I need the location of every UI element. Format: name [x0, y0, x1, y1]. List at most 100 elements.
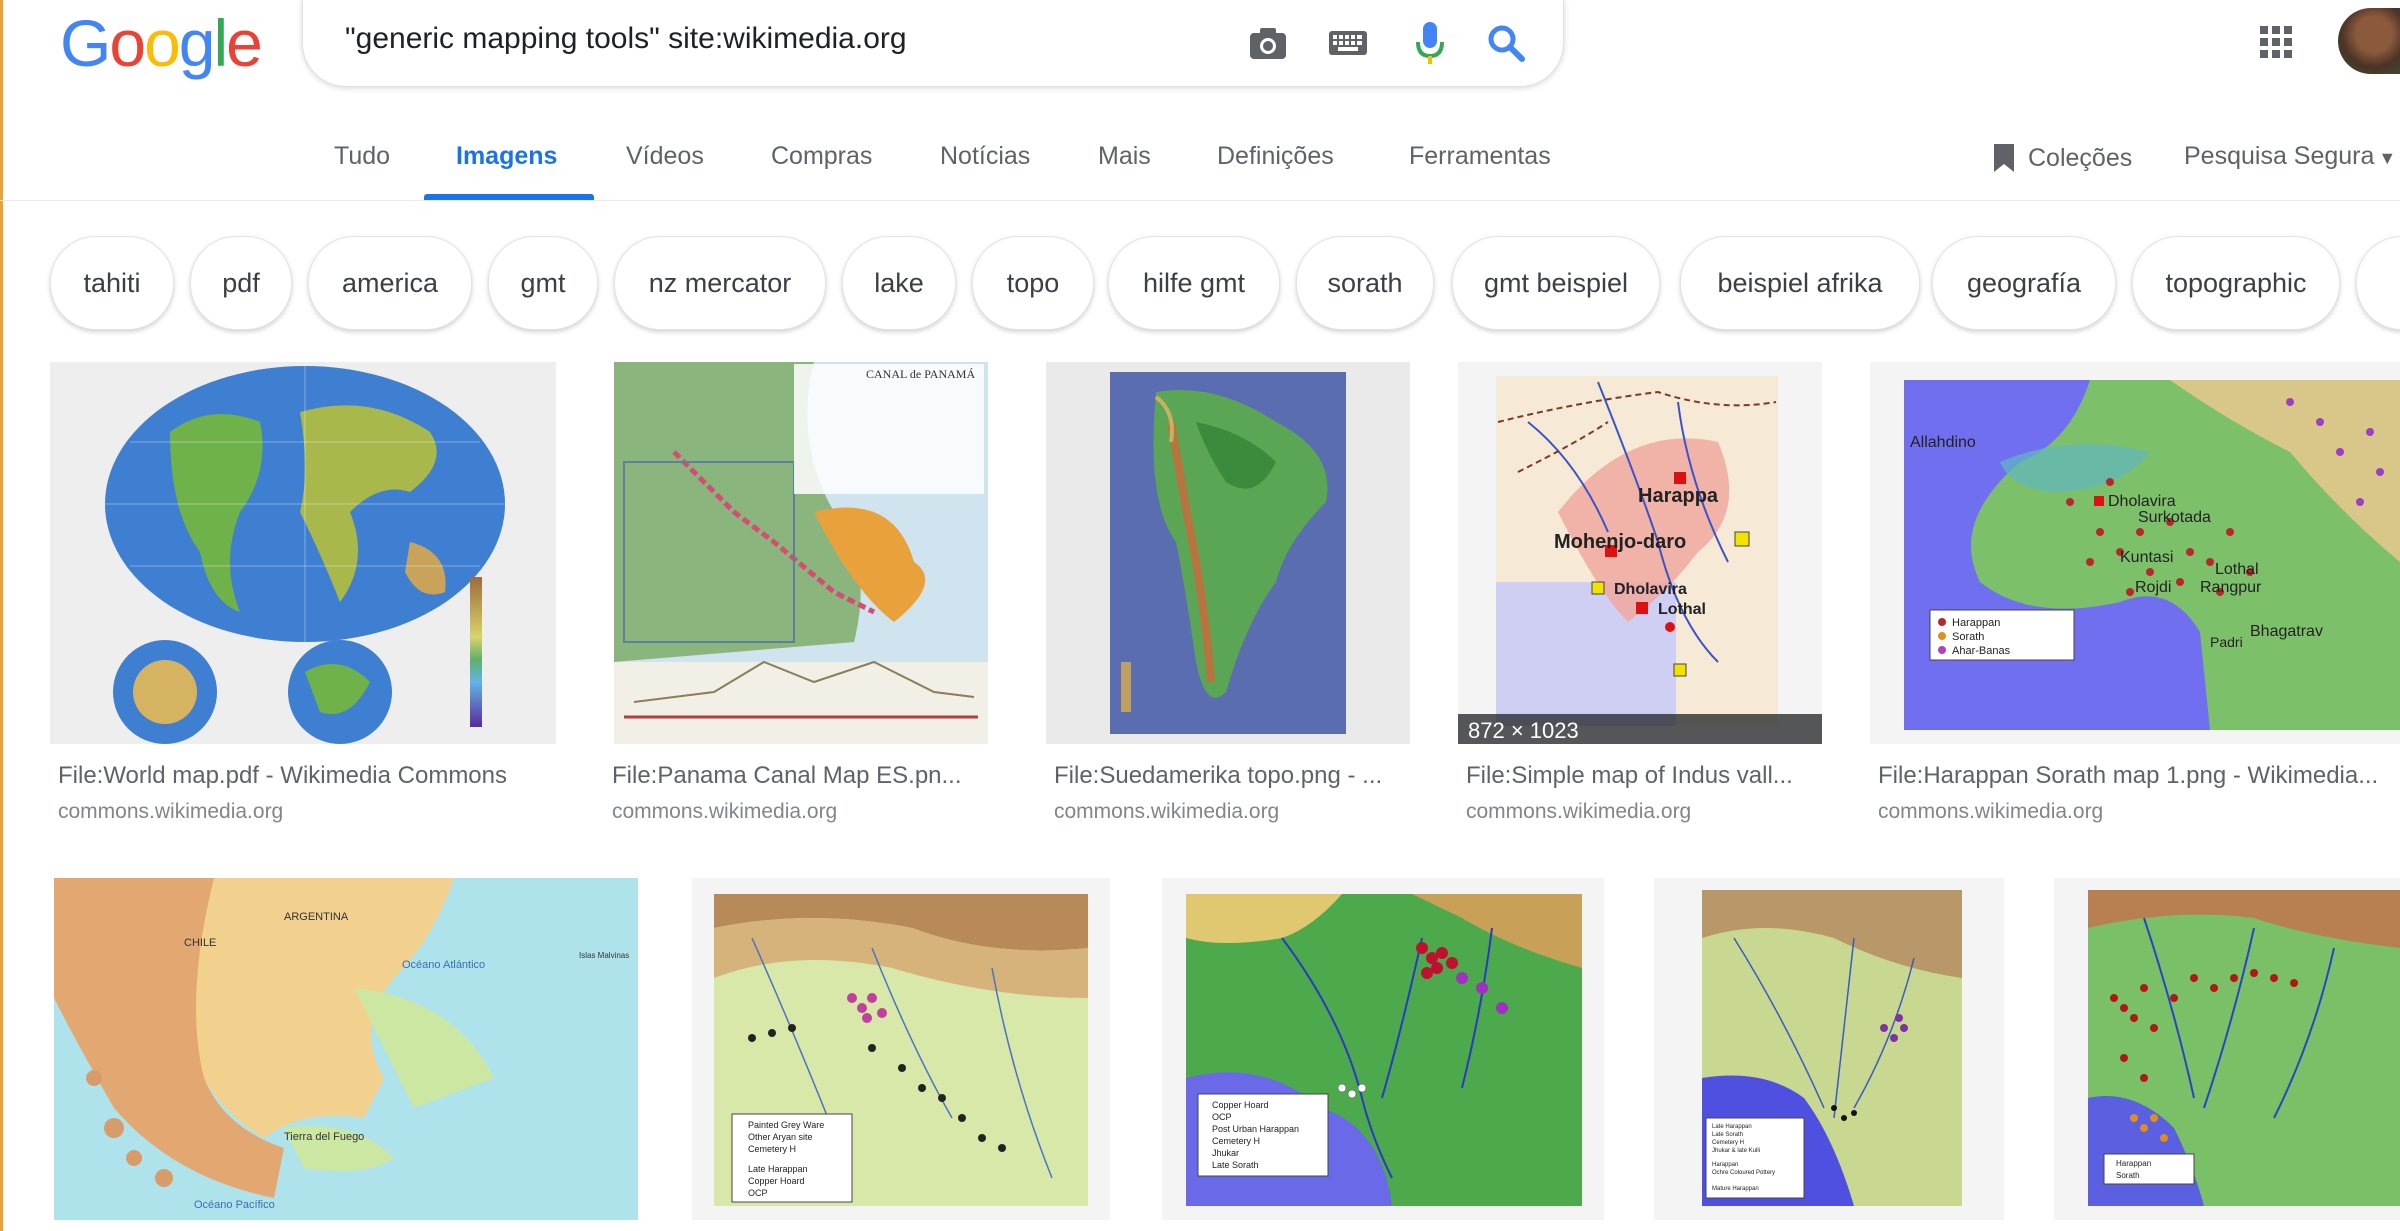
result-site[interactable]: commons.wikimedia.org: [1466, 800, 1691, 824]
map-label: Tierra del Fuego: [284, 1131, 364, 1143]
map-label: Bhagatrav: [2250, 623, 2323, 640]
legend-item: Sorath: [2116, 1171, 2140, 1180]
search-box[interactable]: "generic mapping tools" site:wikimedia.o…: [302, 0, 1564, 87]
map-label: Rojdi: [2135, 579, 2171, 596]
chip-gmt-beispiel[interactable]: gmt beispiel: [1452, 236, 1660, 330]
tab-videos[interactable]: Vídeos: [626, 142, 704, 171]
map-label: Océano Atlántico: [402, 959, 485, 971]
result-site[interactable]: commons.wikimedia.org: [58, 800, 283, 824]
chip-more[interactable]: [2356, 236, 2400, 330]
result-site[interactable]: commons.wikimedia.org: [1878, 800, 2103, 824]
chip-lake[interactable]: lake: [842, 236, 956, 330]
chip-america[interactable]: america: [308, 236, 472, 330]
legend-item: Copper Hoard: [748, 1176, 805, 1186]
map-label: Islas Malvinas: [579, 951, 629, 960]
map-label: Lothal: [1658, 601, 1706, 618]
legend-item: Cemetery H: [1712, 1140, 1744, 1146]
keyboard-icon[interactable]: [1323, 18, 1373, 68]
map-label: Harappa: [1638, 485, 1719, 507]
bookmark-icon: [1992, 142, 2016, 174]
tab-imagens[interactable]: Imagens: [456, 142, 557, 171]
map-label: Océano Pacífico: [194, 1199, 275, 1211]
result-title[interactable]: File:Simple map of Indus vall...: [1466, 762, 1793, 790]
result-thumbnail[interactable]: [50, 362, 556, 744]
map-label: Allahdino: [1910, 434, 1976, 451]
tab-noticias[interactable]: Notícias: [940, 142, 1030, 171]
legend-item: Harappan: [2116, 1159, 2151, 1168]
result-thumbnail[interactable]: Harappa Mohenjo-daro Dholavira Lothal 87…: [1458, 362, 1822, 744]
chip-pdf[interactable]: pdf: [190, 236, 292, 330]
legend-item: Harappan: [1952, 617, 2000, 629]
tab-tudo[interactable]: Tudo: [334, 142, 390, 171]
map-label: CHILE: [184, 937, 216, 949]
header-divider: [0, 200, 2400, 201]
chip-tahiti[interactable]: tahiti: [50, 236, 174, 330]
result-thumbnail[interactable]: CANAL de PANAMÁ: [614, 362, 988, 744]
chip-sorath[interactable]: sorath: [1296, 236, 1434, 330]
chip-topographic[interactable]: topographic: [2132, 236, 2340, 330]
result-site[interactable]: commons.wikimedia.org: [612, 800, 837, 824]
safesearch-dropdown[interactable]: Pesquisa Segura ▼: [2184, 142, 2396, 171]
result-thumbnail[interactable]: ARGENTINA CHILE Océano Atlántico Islas M…: [54, 878, 638, 1220]
chip-hilfe-gmt[interactable]: hilfe gmt: [1108, 236, 1280, 330]
result-thumbnail[interactable]: Allahdino Dholavira Surkotada Kuntasi Lo…: [1870, 362, 2400, 744]
result-title[interactable]: File:Suedamerika topo.png - ...: [1054, 762, 1382, 790]
map-label: Lothal: [2215, 561, 2259, 578]
collections-label: Coleções: [2028, 143, 2133, 172]
legend-item: Jhukar & late Kulli: [1712, 1148, 1760, 1154]
legend-item: Copper Hoard: [1212, 1100, 1269, 1110]
legend-item: Jhukar: [1212, 1148, 1239, 1158]
avatar[interactable]: [2338, 8, 2400, 74]
map-label: Padri: [2210, 634, 2243, 650]
result-title[interactable]: File:World map.pdf - Wikimedia Commons: [58, 762, 507, 790]
image-dimensions: 872 × 1023: [1458, 714, 1822, 744]
chip-topo[interactable]: topo: [972, 236, 1094, 330]
chip-gmt[interactable]: gmt: [488, 236, 598, 330]
tab-ferramentas[interactable]: Ferramentas: [1409, 142, 1551, 171]
legend-item: Mature Harappan: [1712, 1186, 1759, 1192]
search-icon[interactable]: [1481, 18, 1531, 68]
legend-item: Cemetery H: [1212, 1136, 1260, 1146]
panama-title: CANAL de PANAMÁ: [866, 367, 975, 381]
chip-geografia[interactable]: geografía: [1932, 236, 2116, 330]
tab-definicoes[interactable]: Definições: [1217, 142, 1334, 171]
google-logo[interactable]: Google: [60, 6, 263, 80]
result-thumbnail[interactable]: Harappan Sorath: [2054, 878, 2400, 1220]
legend-item: Painted Grey Ware: [748, 1120, 824, 1130]
legend-item: Late Sorath: [1712, 1132, 1743, 1138]
result-thumbnail[interactable]: Painted Grey Ware Other Aryan site Cemet…: [692, 878, 1110, 1220]
collections-button[interactable]: Coleções: [1992, 142, 2132, 174]
legend-item: Sorath: [1952, 631, 1984, 643]
result-title[interactable]: File:Harappan Sorath map 1.png - Wikimed…: [1878, 762, 2378, 790]
result-thumbnail[interactable]: Copper Hoard OCP Post Urban Harappan Cem…: [1162, 878, 1604, 1220]
legend-item: Other Aryan site: [748, 1132, 813, 1142]
mic-icon[interactable]: [1405, 18, 1455, 68]
tab-mais[interactable]: Mais: [1098, 142, 1151, 171]
map-label: Dholavira: [2108, 493, 2176, 510]
legend-item: Late Sorath: [1212, 1160, 1259, 1170]
chip-beispiel-afrika[interactable]: beispiel afrika: [1680, 236, 1920, 330]
legend-item: Late Harappan: [1712, 1124, 1752, 1130]
legend-item: Cemetery H: [748, 1144, 796, 1154]
legend-item: Ochre Coloured Pottery: [1712, 1170, 1775, 1176]
chevron-down-icon: ▼: [2378, 148, 2397, 168]
result-thumbnail[interactable]: Late Harappan Late Sorath Cemetery H Jhu…: [1654, 878, 2004, 1220]
tab-compras[interactable]: Compras: [771, 142, 872, 171]
result-thumbnail[interactable]: [1046, 362, 1410, 744]
legend-item: OCP: [1212, 1112, 1232, 1122]
legend-item: OCP: [748, 1188, 768, 1198]
safesearch-label: Pesquisa Segura: [2184, 142, 2375, 170]
legend-item: Late Harappan: [748, 1164, 808, 1174]
result-site[interactable]: commons.wikimedia.org: [1054, 800, 1279, 824]
chip-nz-mercator[interactable]: nz mercator: [614, 236, 826, 330]
apps-grid-icon[interactable]: [2258, 24, 2298, 64]
result-title[interactable]: File:Panama Canal Map ES.pn...: [612, 762, 962, 790]
map-label: Kuntasi: [2120, 549, 2173, 566]
map-label: Mohenjo-daro: [1554, 531, 1686, 553]
legend-item: Ahar-Banas: [1952, 645, 2011, 657]
legend-item: Post Urban Harappan: [1212, 1124, 1299, 1134]
camera-icon[interactable]: [1243, 18, 1293, 68]
map-label: Surkotada: [2138, 509, 2211, 526]
legend-item: Harappan: [1712, 1162, 1738, 1168]
search-input[interactable]: "generic mapping tools" site:wikimedia.o…: [345, 22, 907, 56]
